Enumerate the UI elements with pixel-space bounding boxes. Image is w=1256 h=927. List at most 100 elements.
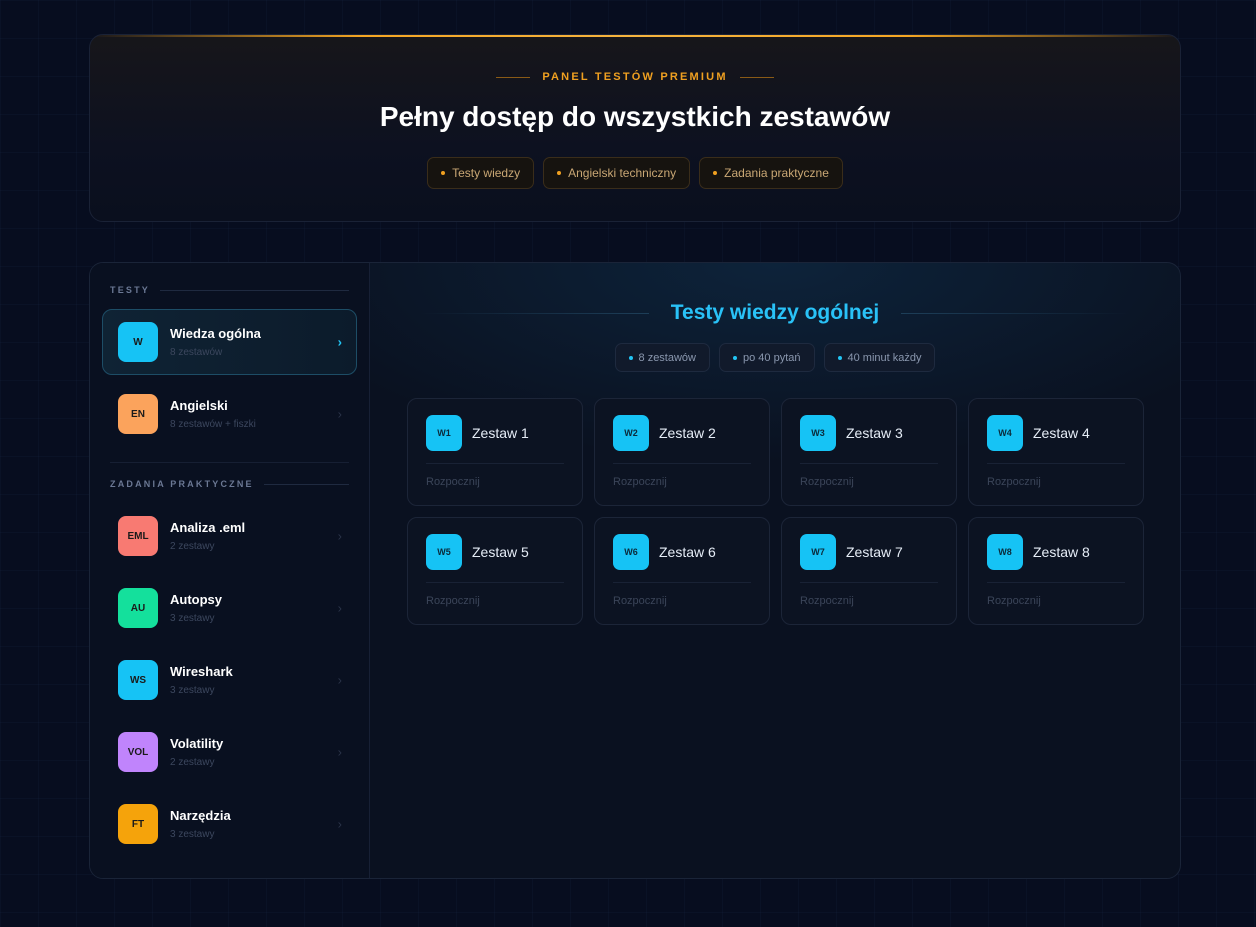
card-divider [613, 582, 751, 583]
test-set-card-5[interactable]: W5 Zestaw 5 Rozpocznij [407, 517, 583, 625]
sidebar-section-label: ZADANIA PRAKTYCZNE [110, 479, 254, 489]
start-link[interactable]: Rozpocznij [987, 595, 1041, 607]
hero-eyebrow: PANEL TESTÓW PREMIUM [90, 71, 1180, 83]
eyebrow-line-left [496, 76, 531, 78]
sidebar-item-title: Angielski [170, 398, 228, 413]
dot-icon [733, 355, 737, 360]
title-rule-left [420, 312, 649, 314]
dot-icon [837, 355, 842, 360]
chevron-right-icon: › [337, 816, 342, 832]
test-set-card-1[interactable]: W1 Zestaw 1 Rozpocznij [407, 398, 583, 506]
test-set-card-8[interactable]: W8 Zestaw 8 Rozpocznij [968, 517, 1144, 625]
stats-pills: 8 zestawów po 40 pytań 40 minut każdy [370, 343, 1180, 372]
category-badge: AU [118, 588, 158, 628]
sidebar-item-title: Volatility [170, 736, 224, 751]
set-badge: W5 [426, 534, 462, 570]
content-title: Testy wiedzy ogólnej [670, 301, 880, 324]
set-title: Zestaw 3 [846, 425, 903, 441]
test-set-card-7[interactable]: W7 Zestaw 7 Rozpocznij [781, 517, 957, 625]
hero-pill-tests: Testy wiedzy [427, 157, 535, 189]
dot-icon [628, 355, 633, 360]
sidebar-item-volatility[interactable]: VOL Volatility 2 zestawy › [102, 719, 357, 785]
sidebar-item-count: 8 zestawów [170, 347, 223, 358]
set-badge: W1 [426, 415, 462, 451]
card-divider [800, 463, 938, 464]
category-badge: WS [118, 660, 158, 700]
test-set-card-6[interactable]: W6 Zestaw 6 Rozpocznij [594, 517, 770, 625]
main-panel: TESTY W Wiedza ogólna 8 zestawów › EN An… [89, 262, 1181, 879]
sidebar-item-wiedza-ogolna[interactable]: W Wiedza ogólna 8 zestawów › [102, 309, 357, 375]
hero-banner: PANEL TESTÓW PREMIUM Pełny dostęp do wsz… [89, 34, 1181, 222]
sidebar-item-count: 8 zestawów + fiszki [170, 419, 256, 430]
set-title: Zestaw 6 [659, 544, 716, 560]
dot-icon [557, 171, 562, 175]
sidebar-item-count: 3 zestawy [170, 613, 215, 624]
card-divider [613, 463, 751, 464]
stat-label: po 40 pytań [743, 351, 801, 364]
sidebar-item-analiza-eml[interactable]: EML Analiza .eml 2 zestawy › [102, 503, 357, 569]
sidebar-divider [110, 462, 349, 463]
hero-pill-label: Angielski techniczny [568, 166, 677, 180]
start-link[interactable]: Rozpocznij [426, 476, 480, 488]
card-divider [426, 463, 564, 464]
hero-pill-label: Testy wiedzy [452, 166, 521, 180]
set-badge: W4 [987, 415, 1023, 451]
chevron-right-icon: › [337, 334, 342, 350]
eyebrow-line-right [739, 76, 774, 78]
start-link[interactable]: Rozpocznij [613, 476, 667, 488]
hero-pill-practical: Zadania praktyczne [699, 157, 843, 189]
sidebar-item-title: Wiedza ogólna [170, 326, 261, 341]
test-set-card-3[interactable]: W3 Zestaw 3 Rozpocznij [781, 398, 957, 506]
chevron-right-icon: › [337, 528, 342, 544]
start-link[interactable]: Rozpocznij [613, 595, 667, 607]
sidebar-item-narzedzia[interactable]: FT Narzędzia 3 zestawy › [102, 791, 357, 857]
dot-icon [441, 171, 446, 175]
sidebar-section-label: TESTY [110, 285, 151, 295]
content-header: Testy wiedzy ogólnej [420, 301, 1131, 325]
category-badge: VOL [118, 732, 158, 772]
hero-pill-english: Angielski techniczny [543, 157, 691, 189]
page-title: Pełny dostęp do wszystkich zestawów [379, 101, 891, 132]
section-rule [160, 289, 349, 291]
chevron-right-icon: › [337, 744, 342, 760]
category-badge: FT [118, 804, 158, 844]
sidebar-item-count: 2 zestawy [170, 757, 215, 768]
hero-eyebrow-text: PANEL TESTÓW PREMIUM [542, 71, 728, 83]
test-set-card-4[interactable]: W4 Zestaw 4 Rozpocznij [968, 398, 1144, 506]
start-link[interactable]: Rozpocznij [800, 595, 854, 607]
dot-icon [713, 171, 718, 175]
set-title: Zestaw 2 [659, 425, 716, 441]
set-title: Zestaw 5 [472, 544, 529, 560]
chevron-right-icon: › [337, 406, 342, 422]
category-badge: EML [118, 516, 158, 556]
sidebar-item-count: 3 zestawy [170, 829, 215, 840]
sidebar-item-angielski[interactable]: EN Angielski 8 zestawów + fiszki › [102, 381, 357, 447]
sidebar-item-wireshark[interactable]: WS Wireshark 3 zestawy › [102, 647, 357, 713]
stat-pill-questions: po 40 pytań [719, 343, 815, 372]
stat-pill-time: 40 minut każdy [823, 343, 936, 372]
sidebar-item-title: Autopsy [170, 592, 222, 607]
category-badge: W [118, 322, 158, 362]
test-set-card-2[interactable]: W2 Zestaw 2 Rozpocznij [594, 398, 770, 506]
category-badge: EN [118, 394, 158, 434]
card-divider [987, 463, 1125, 464]
stat-label: 8 zestawów [638, 351, 696, 364]
section-rule [263, 483, 349, 485]
start-link[interactable]: Rozpocznij [800, 476, 854, 488]
card-divider [426, 582, 564, 583]
set-badge: W2 [613, 415, 649, 451]
set-badge: W6 [613, 534, 649, 570]
sidebar-item-autopsy[interactable]: AU Autopsy 3 zestawy › [102, 575, 357, 641]
sidebar-item-title: Wireshark [170, 664, 233, 679]
sidebar-item-title: Analiza .eml [170, 520, 246, 535]
content-area: Testy wiedzy ogólnej 8 zestawów po 40 py… [370, 263, 1180, 878]
start-link[interactable]: Rozpocznij [987, 476, 1041, 488]
card-divider [987, 582, 1125, 583]
chevron-right-icon: › [337, 600, 342, 616]
sidebar-item-count: 3 zestawy [170, 685, 215, 696]
stat-label: 40 minut każdy [847, 351, 922, 364]
set-title: Zestaw 4 [1033, 425, 1090, 441]
hero-pill-label: Zadania praktyczne [724, 166, 829, 180]
start-link[interactable]: Rozpocznij [426, 595, 480, 607]
set-badge: W7 [800, 534, 836, 570]
